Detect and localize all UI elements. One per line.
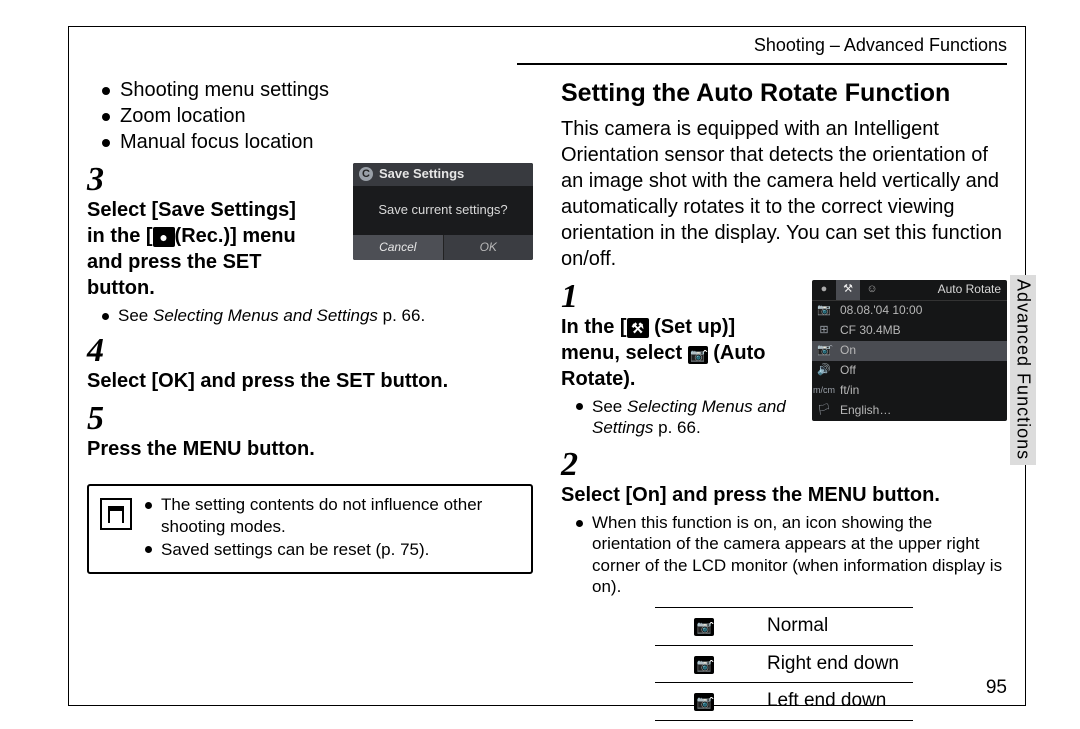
lcd2-row-icon: 📷 bbox=[812, 303, 836, 317]
orientation-label: Normal bbox=[753, 608, 913, 646]
step1-sub-pre: See bbox=[592, 397, 627, 416]
lcd2-row-text: ft/in bbox=[836, 383, 1007, 399]
step-number: 5 bbox=[87, 402, 113, 436]
list-item: Manual focus location bbox=[102, 129, 533, 155]
lcd2-row-icon: 🔊 bbox=[812, 363, 836, 377]
lcd2-row-text: CF 30.4MB bbox=[836, 323, 1007, 339]
step-1: 1 In the [⚒ (Set up)] menu, select 📷̂ (A… bbox=[561, 280, 802, 441]
lcd2-row-icon: ⊞ bbox=[812, 323, 836, 337]
lcd2-row: 🔊Off bbox=[812, 361, 1007, 381]
step-number: 3 bbox=[87, 163, 113, 197]
left-column: Shooting menu settings Zoom location Man… bbox=[87, 77, 533, 687]
lcd2-row-selected: 📷̂On bbox=[812, 341, 1007, 361]
note-item: Saved settings can be reset (p. 75). bbox=[145, 539, 521, 560]
lcd-save-settings: C Save Settings Save current settings? Ca… bbox=[353, 163, 533, 260]
step-3: 3 Select [Save Settings] in the [●(Rec.)… bbox=[87, 163, 343, 301]
step-2: 2 Select [On] and press the MENU button. bbox=[561, 448, 1007, 508]
thumb-tab: Advanced Functions bbox=[1010, 275, 1036, 465]
step-4-text: Select [OK] and press the SET button. bbox=[87, 368, 503, 394]
lcd1-ok: OK bbox=[444, 235, 534, 261]
lcd1-title: Save Settings bbox=[379, 166, 464, 183]
lcd2-tab-mycam: ☺ bbox=[860, 280, 884, 300]
orientation-icon-normal: 📷̂ bbox=[694, 618, 714, 636]
step-1-subnote: See Selecting Menus and Settings p. 66. bbox=[576, 396, 802, 439]
c-mode-icon: C bbox=[359, 167, 373, 181]
step-2-text: Select [On] and press the MENU button. bbox=[561, 482, 977, 508]
step2-sub-text: When this function is on, an icon showin… bbox=[576, 512, 1007, 597]
section-heading: Setting the Auto Rotate Function bbox=[561, 77, 1007, 110]
section-intro: This camera is equipped with an Intellig… bbox=[561, 116, 1007, 272]
orientation-table: 📷̂ Normal 📷̂ Right end down 📷̂ Left end dow… bbox=[655, 607, 913, 721]
lcd2-row: m/cmft/in bbox=[812, 381, 1007, 401]
step-4: 4 Select [OK] and press the SET button. bbox=[87, 334, 533, 394]
running-header: Shooting – Advanced Functions bbox=[754, 35, 1007, 56]
lcd2-row-icon: 📷̂ bbox=[812, 343, 836, 357]
step-number: 1 bbox=[561, 280, 587, 314]
thumb-tab-label: Advanced Functions bbox=[1013, 279, 1034, 460]
lcd2-row-icon: 🏳 bbox=[812, 403, 836, 417]
lcd1-prompt: Save current settings? bbox=[353, 186, 533, 235]
step3-sub-suf: p. 66. bbox=[378, 306, 425, 325]
lcd2-row-text: 08.08.'04 10:00 bbox=[836, 303, 1007, 319]
setup-menu-icon: ⚒ bbox=[627, 318, 649, 338]
lcd1-cancel: Cancel bbox=[353, 235, 444, 261]
lcd2-row-text: English… bbox=[836, 403, 1007, 419]
orientation-label: Left end down bbox=[753, 683, 913, 721]
orientation-label: Right end down bbox=[753, 645, 913, 683]
list-item: Zoom location bbox=[102, 103, 533, 129]
auto-rotate-icon: 📷̂ bbox=[688, 346, 708, 364]
page-number: 95 bbox=[986, 677, 1007, 699]
step-5: 5 Press the MENU button. bbox=[87, 402, 533, 462]
step1-a: In the [ bbox=[561, 316, 627, 338]
note-box: The setting contents do not influence ot… bbox=[87, 484, 533, 574]
lcd2-row: 📷08.08.'04 10:00 bbox=[812, 301, 1007, 321]
note-item: The setting contents do not influence ot… bbox=[145, 494, 521, 537]
lcd2-title: Auto Rotate bbox=[938, 282, 1001, 298]
orientation-icon-right: 📷̂ bbox=[694, 656, 714, 674]
list-item: Shooting menu settings bbox=[102, 77, 533, 103]
step-2-subnote: When this function is on, an icon showin… bbox=[576, 512, 1007, 597]
header-rule bbox=[517, 63, 1007, 65]
lcd2-tab-setup: ⚒ bbox=[836, 280, 860, 300]
lcd2-tab-rec: ● bbox=[812, 280, 836, 300]
step-number: 4 bbox=[87, 334, 113, 368]
table-row: 📷̂ Right end down bbox=[655, 645, 913, 683]
step1-sub-suf: p. 66. bbox=[653, 418, 700, 437]
step-5-text: Press the MENU button. bbox=[87, 436, 503, 462]
lcd2-row: ⊞CF 30.4MB bbox=[812, 321, 1007, 341]
lcd2-row: 🏳English… bbox=[812, 401, 1007, 421]
lcd2-row-text: On bbox=[836, 343, 1007, 359]
right-column: Setting the Auto Rotate Function This ca… bbox=[561, 77, 1007, 687]
rec-menu-icon: ● bbox=[153, 227, 175, 247]
step-number: 2 bbox=[561, 448, 587, 482]
page-frame: Shooting – Advanced Functions Shooting m… bbox=[68, 26, 1026, 706]
note-icon bbox=[99, 498, 133, 530]
table-row: 📷̂ Left end down bbox=[655, 683, 913, 721]
lcd2-row-text: Off bbox=[836, 363, 1007, 379]
orientation-icon-left: 📷̂ bbox=[694, 693, 714, 711]
save-settings-retained-list: Shooting menu settings Zoom location Man… bbox=[102, 77, 533, 155]
step3-sub-pre: See bbox=[118, 306, 153, 325]
lcd2-row-icon: m/cm bbox=[812, 385, 836, 397]
step3-sub-em: Selecting Menus and Settings bbox=[153, 306, 378, 325]
lcd-setup-menu: Auto Rotate ● ⚒ ☺ 📷08.08.'04 10:00 ⊞CF 3… bbox=[812, 280, 1007, 421]
step-3-subnote: See Selecting Menus and Settings p. 66. bbox=[102, 305, 533, 326]
table-row: 📷̂ Normal bbox=[655, 608, 913, 646]
